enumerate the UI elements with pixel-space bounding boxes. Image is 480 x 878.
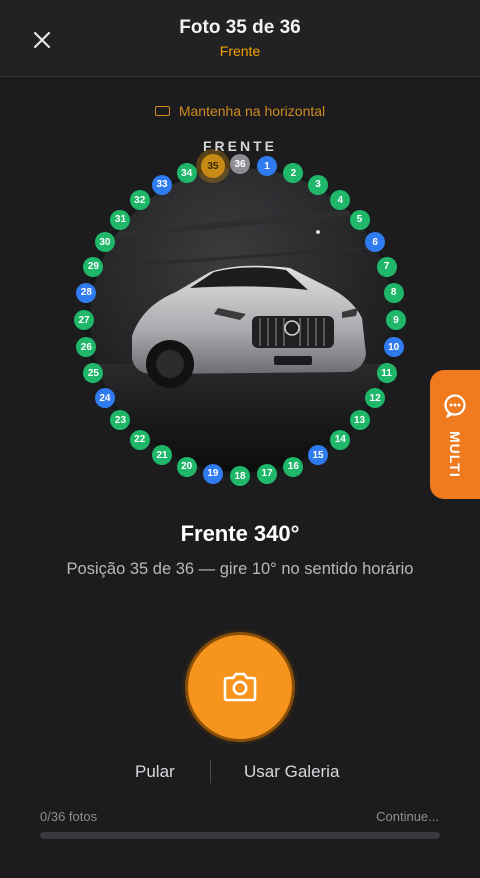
position-dot-29[interactable]: 29 bbox=[83, 256, 104, 277]
position-dot-6[interactable]: 6 bbox=[365, 232, 386, 252]
position-dot-11[interactable]: 11 bbox=[376, 363, 397, 384]
chat-icon bbox=[444, 394, 466, 418]
position-dot-16[interactable]: 16 bbox=[283, 456, 304, 477]
angle-instruction: Posição 35 de 36 — gire 10° no sentido h… bbox=[66, 560, 414, 578]
position-dot-23[interactable]: 23 bbox=[110, 410, 131, 431]
position-dot-9[interactable]: 9 bbox=[386, 310, 406, 330]
position-dot-18[interactable]: 18 bbox=[230, 466, 250, 486]
landscape-icon bbox=[154, 106, 170, 116]
position-dot-22[interactable]: 22 bbox=[129, 429, 150, 450]
multi-label: MULTI bbox=[447, 431, 463, 478]
position-dot-12[interactable]: 12 bbox=[365, 388, 386, 408]
position-dot-36[interactable]: 36 bbox=[230, 154, 250, 174]
orientation-hint: Mantenha na horizontal bbox=[0, 103, 480, 119]
use-gallery-button[interactable]: Usar Galeria bbox=[244, 762, 339, 782]
position-dot-14[interactable]: 14 bbox=[330, 429, 351, 450]
position-dot-24[interactable]: 24 bbox=[94, 388, 115, 408]
position-dot-10[interactable]: 10 bbox=[383, 337, 404, 358]
page-subtitle: Frente bbox=[219, 43, 261, 59]
position-dot-15[interactable]: 15 bbox=[308, 445, 328, 466]
progress-status: Continue... bbox=[376, 809, 439, 824]
multi-button[interactable]: MULTI bbox=[430, 370, 480, 499]
view-label: FRENTE bbox=[203, 138, 277, 154]
position-dot-19[interactable]: 19 bbox=[202, 463, 223, 484]
camera-icon bbox=[223, 672, 257, 702]
car-image bbox=[90, 205, 394, 472]
divider bbox=[210, 760, 211, 783]
position-dot-3[interactable]: 3 bbox=[308, 174, 328, 195]
position-dot-20[interactable]: 20 bbox=[176, 456, 197, 477]
car-preview bbox=[86, 164, 398, 476]
position-dot-21[interactable]: 21 bbox=[152, 445, 172, 466]
position-dot-34[interactable]: 34 bbox=[176, 163, 197, 184]
position-dot-17[interactable]: 17 bbox=[257, 463, 278, 484]
orientation-hint-text: Mantenha na horizontal bbox=[178, 103, 326, 119]
page-title: Foto 35 de 36 bbox=[179, 17, 301, 38]
skip-button[interactable]: Pular bbox=[135, 762, 175, 782]
position-dot-33[interactable]: 33 bbox=[152, 174, 172, 195]
position-dot-5[interactable]: 5 bbox=[349, 209, 370, 230]
position-dot-7[interactable]: 7 bbox=[376, 256, 397, 277]
capture-button[interactable] bbox=[185, 632, 295, 742]
progress-bar bbox=[40, 832, 440, 839]
position-dot-27[interactable]: 27 bbox=[74, 310, 94, 330]
position-dot-30[interactable]: 30 bbox=[94, 232, 115, 252]
top-bar: Foto 35 de 36 Frente bbox=[0, 0, 480, 77]
progress-count: 0/36 fotos bbox=[40, 809, 98, 824]
position-wheel: 1 2 3 4 5 6 7 8 9 10 11 12 13 14 15 16 17 18 19 20 21 22 23 24 2… bbox=[0, 0, 480, 878]
angle-title: Frente 340° bbox=[180, 521, 300, 546]
position-dot-8[interactable]: 8 bbox=[383, 282, 404, 303]
position-dot-13[interactable]: 13 bbox=[349, 410, 370, 431]
secondary-actions: Pular Usar Galeria bbox=[0, 760, 480, 784]
